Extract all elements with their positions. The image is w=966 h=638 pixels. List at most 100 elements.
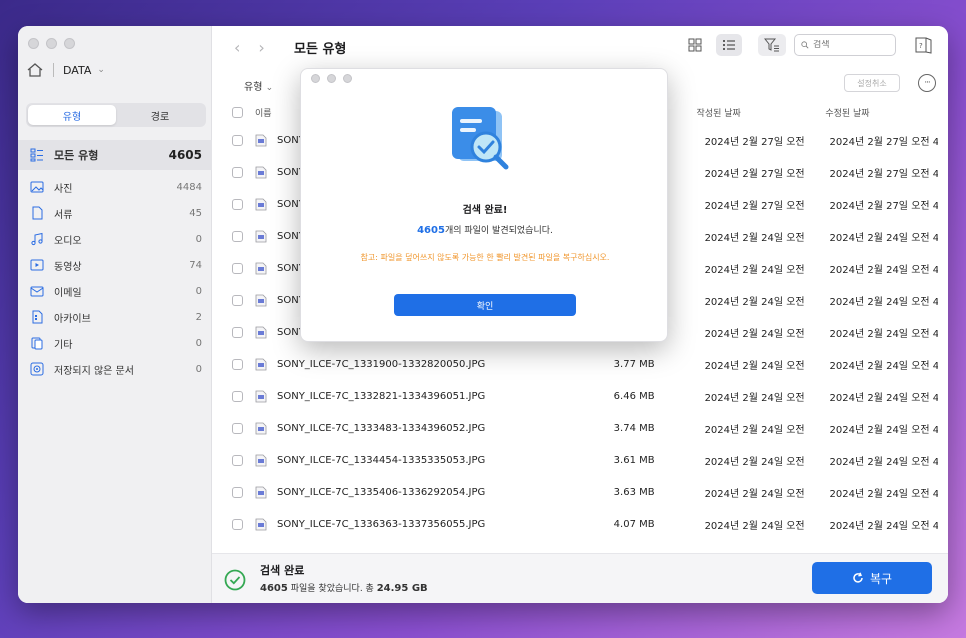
row-checkbox[interactable]	[232, 390, 243, 402]
file-created-date: 2024년 2월 24일 오전 4...	[704, 232, 804, 244]
sidebar-item-count: 4605	[168, 148, 202, 162]
refresh-icon	[853, 572, 863, 583]
file-created-date: 2024년 2월 24일 오전 4...	[704, 488, 804, 500]
sidebar-item-photo[interactable]: 사진 4484	[18, 174, 212, 200]
home-icon[interactable]	[26, 62, 44, 78]
file-modified-date: 2024년 2월 24일 오전 4...	[829, 328, 938, 340]
image-file-icon	[255, 230, 267, 242]
sidebar-item-count: 0	[195, 337, 202, 349]
window-controls	[28, 38, 75, 49]
sidebar-segment-control: 유형 경로	[26, 103, 206, 127]
confirm-button[interactable]: 확인	[394, 294, 576, 316]
table-row[interactable]: SONY_ILCE-7C_1332821-1334396051.JPG 6.46 …	[226, 380, 938, 412]
scan-complete-icon	[452, 107, 509, 170]
row-checkbox[interactable]	[232, 486, 243, 498]
table-row[interactable]: SONY_ILCE-7C_1336363-1337356055.JPG 4.07 …	[226, 508, 938, 540]
row-checkbox[interactable]	[232, 198, 243, 210]
dialog-message-text: 개의 파일이 발견되었습니다.	[444, 226, 553, 236]
file-modified-date: 2024년 2월 24일 오전 4...	[829, 296, 938, 308]
row-checkbox[interactable]	[232, 326, 243, 338]
row-checkbox[interactable]	[232, 518, 243, 530]
drive-selector[interactable]: DATA ⌄	[26, 62, 105, 78]
filter-button[interactable]	[758, 34, 786, 56]
tab-path[interactable]: 경로	[116, 105, 204, 125]
found-count: 4605	[260, 583, 288, 594]
zoom-dialog-button[interactable]	[343, 74, 352, 83]
photo-icon	[30, 180, 44, 194]
sidebar-item-video[interactable]: 동영상 74	[18, 252, 212, 278]
sidebar-item-other[interactable]: 기타 0	[18, 330, 212, 356]
file-created-date: 2024년 2월 27일 오전 4...	[704, 200, 804, 212]
file-name: SONY_ILCE-7C_1331900-1332820050.JPG	[277, 358, 486, 370]
file-created-date: 2024년 2월 24일 오전 4...	[704, 360, 804, 372]
row-checkbox[interactable]	[232, 454, 243, 466]
row-checkbox[interactable]	[232, 358, 243, 370]
row-checkbox[interactable]	[232, 166, 243, 178]
type-filter-dropdown[interactable]: 유형 ⌄	[244, 78, 273, 93]
close-dialog-button[interactable]	[311, 74, 320, 83]
row-checkbox[interactable]	[232, 294, 243, 306]
grid-view-button[interactable]	[682, 34, 708, 56]
minimize-window-button[interactable]	[46, 38, 57, 49]
file-created-date: 2024년 2월 27일 오전 4...	[704, 168, 804, 180]
file-name: SONY_ILCE-7C_1333483-1334396052.JPG	[277, 422, 486, 434]
close-window-button[interactable]	[28, 38, 39, 49]
search-field[interactable]	[794, 34, 896, 56]
search-input[interactable]	[813, 40, 889, 50]
zoom-window-button[interactable]	[64, 38, 75, 49]
table-row[interactable]: SONY_ILCE-7C_1331900-1332820050.JPG 3.77 …	[226, 348, 938, 380]
row-checkbox[interactable]	[232, 230, 243, 242]
sidebar-item-audio[interactable]: 오디오 0	[18, 226, 212, 252]
category-list: 모든 유형 4605 사진 4484 서류 45 오디오 0 동영상 74 이메…	[18, 140, 212, 382]
list-view-button[interactable]	[716, 34, 742, 56]
dialog-found-count: 4605	[417, 225, 445, 236]
row-checkbox[interactable]	[232, 422, 243, 434]
back-arrow-icon[interactable]: ‹	[234, 38, 240, 57]
video-icon	[30, 258, 44, 272]
scan-complete-dialog: 검색 완료! 4605개의 파일이 발견되었습니다. 참고: 파일을 덮어쓰지 …	[300, 68, 668, 342]
sidebar-item-archive[interactable]: 아카이브 2	[18, 304, 212, 330]
recover-label: 복구	[869, 571, 893, 586]
file-size: 4.07 MB	[613, 518, 655, 530]
file-modified-date: 2024년 2월 24일 오전 4...	[829, 488, 938, 500]
image-file-icon	[255, 134, 267, 146]
all-types-icon	[30, 148, 44, 162]
image-file-icon	[255, 390, 267, 402]
file-modified-date: 2024년 2월 24일 오전 4...	[829, 424, 938, 436]
file-created-date: 2024년 2월 24일 오전 4...	[704, 264, 804, 276]
recover-button[interactable]: 복구	[812, 562, 932, 594]
sidebar-item-email[interactable]: 이메일 0	[18, 278, 212, 304]
column-modified-header[interactable]: 수정된 날짜	[799, 106, 938, 119]
reset-filter-button[interactable]: 설정취소	[844, 74, 900, 92]
sidebar-item-unsaved-docs[interactable]: 저장되지 않은 문서 0	[18, 356, 212, 382]
table-row[interactable]: SONY_ILCE-7C_1334454-1335335053.JPG 3.61 …	[226, 444, 938, 476]
file-created-date: 2024년 2월 24일 오전 4...	[704, 392, 804, 404]
nav-arrows: ‹ ›	[234, 38, 265, 57]
column-created-header[interactable]: 작성된 날짜	[667, 106, 800, 119]
email-icon	[30, 284, 44, 298]
row-checkbox[interactable]	[232, 134, 243, 146]
file-modified-date: 2024년 2월 27일 오전 4...	[829, 168, 938, 180]
sidebar-item-label: 기타	[54, 339, 73, 351]
table-row[interactable]: SONY_ILCE-7C_1333483-1334396052.JPG 3.74 …	[226, 412, 938, 444]
table-row[interactable]: SONY_ILCE-7C_1335406-1336292054.JPG 3.63 …	[226, 476, 938, 508]
sidebar-item-all-types[interactable]: 모든 유형 4605	[18, 140, 212, 170]
sidebar-item-label: 사진	[54, 183, 73, 195]
tab-type[interactable]: 유형	[28, 105, 116, 125]
forward-arrow-icon[interactable]: ›	[258, 38, 264, 57]
more-options-icon[interactable]: ···	[918, 74, 936, 92]
check-circle-icon	[224, 569, 246, 591]
sidebar-item-document[interactable]: 서류 45	[18, 200, 212, 226]
sidebar-item-label: 아카이브	[54, 313, 91, 325]
file-size: 3.74 MB	[613, 422, 655, 434]
scan-summary: 4605 파일을 찾았습니다. 총 24.95 GB	[260, 581, 428, 594]
image-file-icon	[255, 166, 267, 178]
help-button[interactable]: ?	[912, 34, 936, 56]
file-modified-date: 2024년 2월 27일 오전 4...	[829, 200, 938, 212]
other-icon	[30, 336, 44, 350]
minimize-dialog-button[interactable]	[327, 74, 336, 83]
select-all-checkbox[interactable]	[232, 106, 243, 118]
image-file-icon	[255, 198, 267, 210]
row-checkbox[interactable]	[232, 262, 243, 274]
sidebar-item-label: 동영상	[54, 261, 82, 273]
